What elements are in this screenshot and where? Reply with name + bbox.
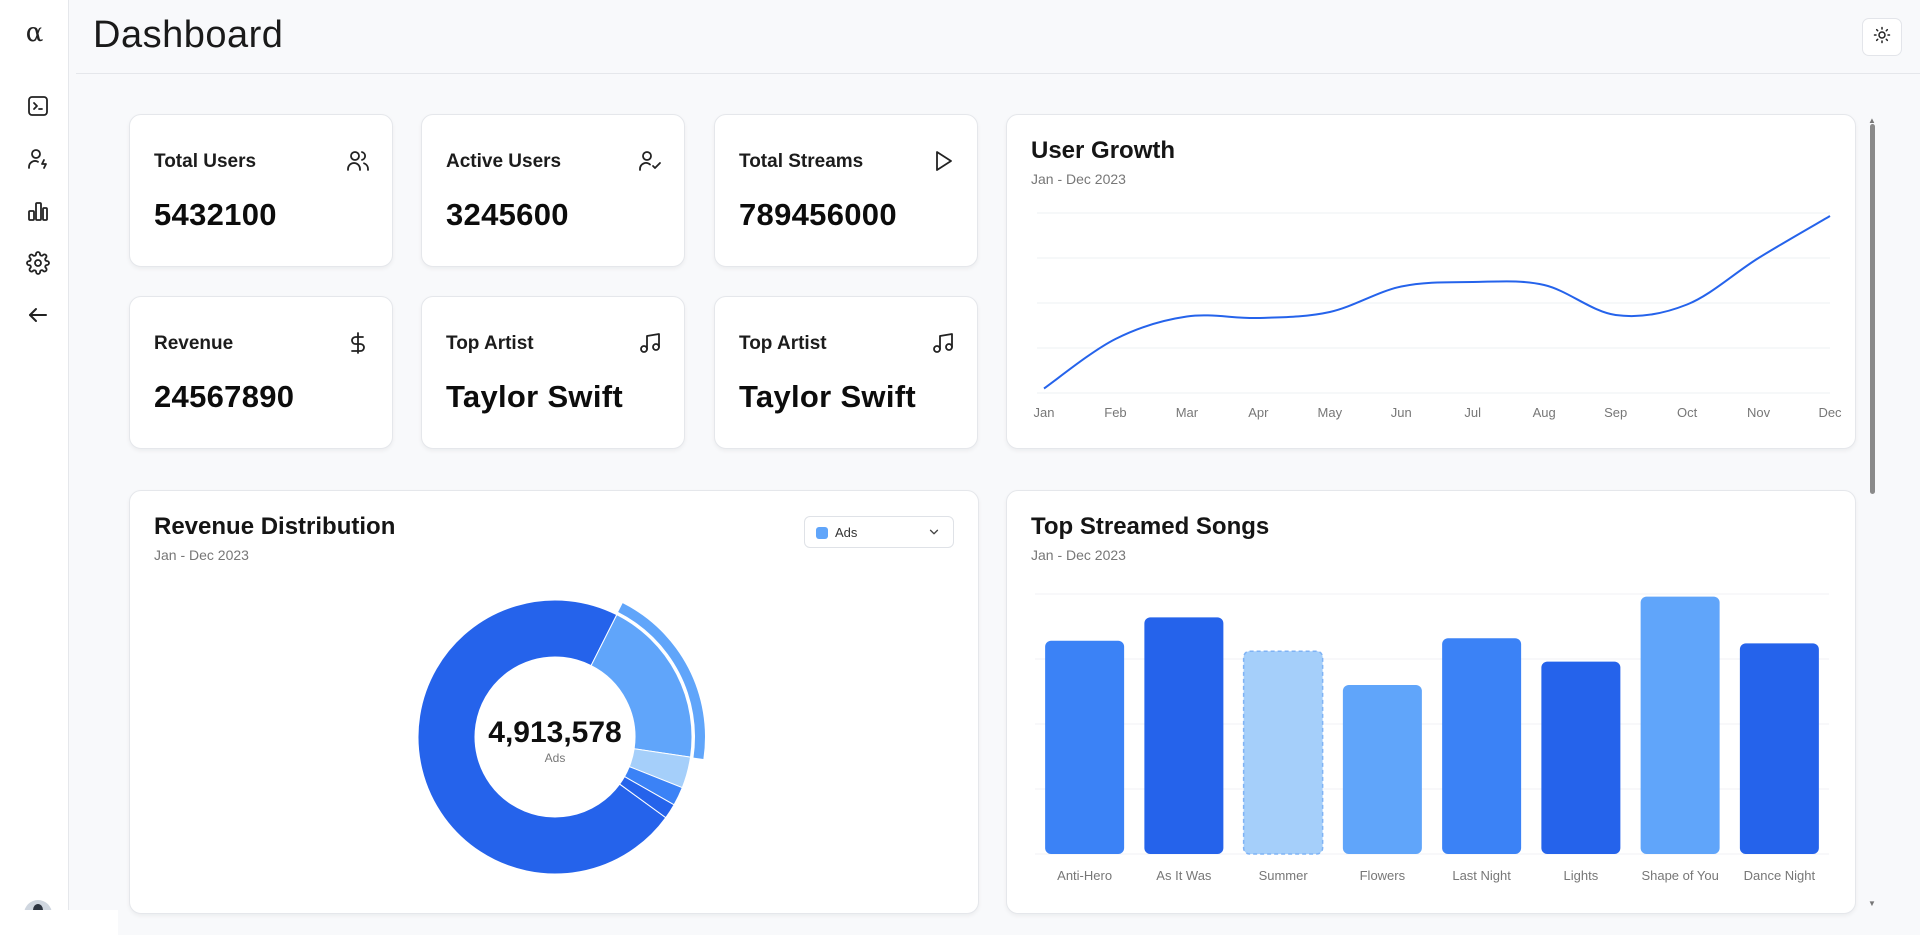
sun-icon	[1873, 26, 1891, 49]
x-tick-label: Feb	[1104, 405, 1126, 420]
pie-center-label: Ads	[545, 751, 566, 765]
terminal-icon[interactable]	[25, 93, 51, 119]
bar-lights	[1541, 661, 1621, 854]
footer-strip	[0, 910, 118, 935]
bar-summer	[1242, 650, 1324, 855]
stat-card-total-streams: Total Streams 789456000	[714, 114, 978, 267]
x-tick-label: Shape of You	[1641, 868, 1718, 883]
pie-center-value: 4,913,578	[488, 716, 621, 749]
stat-label: Revenue	[154, 333, 234, 354]
play-icon	[931, 149, 955, 173]
stat-label: Active Users	[446, 151, 562, 172]
stat-label: Total Users	[154, 151, 257, 172]
dollar-icon	[346, 331, 370, 355]
stat-value: Taylor Swift	[739, 379, 916, 414]
bar-anti-hero	[1045, 640, 1125, 854]
scrollbar-thumb[interactable]	[1870, 124, 1875, 494]
stat-value: 5432100	[154, 197, 277, 232]
user-bolt-icon[interactable]	[25, 146, 51, 172]
stat-label: Top Artist	[739, 333, 827, 354]
x-tick-label: Last Night	[1452, 868, 1511, 883]
x-tick-label: Oct	[1677, 405, 1698, 420]
x-tick-label: Jan	[1034, 405, 1055, 420]
x-tick-label: Jul	[1464, 405, 1481, 420]
users-icon	[346, 149, 370, 173]
music-icon	[638, 331, 662, 355]
x-tick-label: May	[1318, 405, 1343, 420]
x-tick-label: Apr	[1248, 405, 1269, 420]
x-tick-label: Jun	[1391, 405, 1412, 420]
stat-card-top-artist: Top Artist Taylor Swift	[421, 296, 685, 449]
revenue-distribution-card: Revenue Distribution Jan - Dec 2023 Ads …	[129, 490, 979, 914]
stat-label: Total Streams	[739, 151, 864, 172]
x-tick-label: Anti-Hero	[1057, 868, 1112, 883]
stat-value: 24567890	[154, 379, 295, 414]
x-tick-label: Dance Night	[1744, 868, 1816, 883]
page-title: Dashboard	[93, 14, 284, 56]
app-logo[interactable]: α	[0, 18, 69, 48]
music-icon	[931, 331, 955, 355]
arrow-left-icon[interactable]	[25, 302, 51, 328]
user-check-icon	[638, 149, 662, 173]
x-tick-label: Dec	[1818, 405, 1842, 420]
bar-flowers	[1342, 685, 1422, 854]
top-songs-bar-chart: Anti-Hero As It Was Summer Flowers Last Nigh…	[1035, 593, 1829, 883]
settings-icon[interactable]	[25, 250, 51, 276]
x-tick-label: Flowers	[1360, 868, 1406, 883]
stat-value: 3245600	[446, 197, 569, 232]
theme-toggle-button[interactable]	[1862, 18, 1902, 56]
x-tick-label: Nov	[1747, 405, 1771, 420]
bar-as-it-was	[1144, 617, 1224, 854]
bar-last-night	[1442, 638, 1522, 854]
x-tick-label: Aug	[1533, 405, 1556, 420]
bar-chart-icon[interactable]	[25, 198, 51, 224]
x-tick-label: Summer	[1259, 868, 1309, 883]
bar-dance-night	[1739, 643, 1819, 854]
x-tick-label: Mar	[1176, 405, 1199, 420]
stat-card-active-users: Active Users 3245600	[421, 114, 685, 267]
x-tick-label: As It Was	[1156, 868, 1212, 883]
x-tick-label: Lights	[1564, 868, 1599, 883]
stat-card-revenue: Revenue 24567890	[129, 296, 393, 449]
user-growth-card: User Growth Jan - Dec 2023 Jan Feb Mar Apr M…	[1006, 114, 1856, 449]
user-growth-line	[1043, 215, 1831, 390]
page-header: Dashboard	[76, 0, 1920, 74]
stat-card-top-artist-2: Top Artist Taylor Swift	[714, 296, 978, 449]
stat-card-total-users: Total Users 5432100	[129, 114, 393, 267]
top-songs-card: Top Streamed Songs Jan - Dec 2023 Anti-H…	[1006, 490, 1856, 914]
user-growth-chart: Jan Feb Mar Apr May Jun Jul Aug Sep Oct Nov Dec	[1034, 212, 1842, 420]
stat-value: 789456000	[739, 197, 897, 232]
sidebar: α	[0, 0, 69, 935]
revenue-pie-chart: 4,913,578 Ads	[417, 599, 705, 875]
stat-value: Taylor Swift	[446, 379, 623, 414]
bar-shape-of-you	[1640, 596, 1720, 854]
x-tick-label: Sep	[1604, 405, 1627, 420]
scroll-down-arrow[interactable]: ▼	[1867, 900, 1877, 908]
stat-label: Top Artist	[446, 333, 534, 354]
